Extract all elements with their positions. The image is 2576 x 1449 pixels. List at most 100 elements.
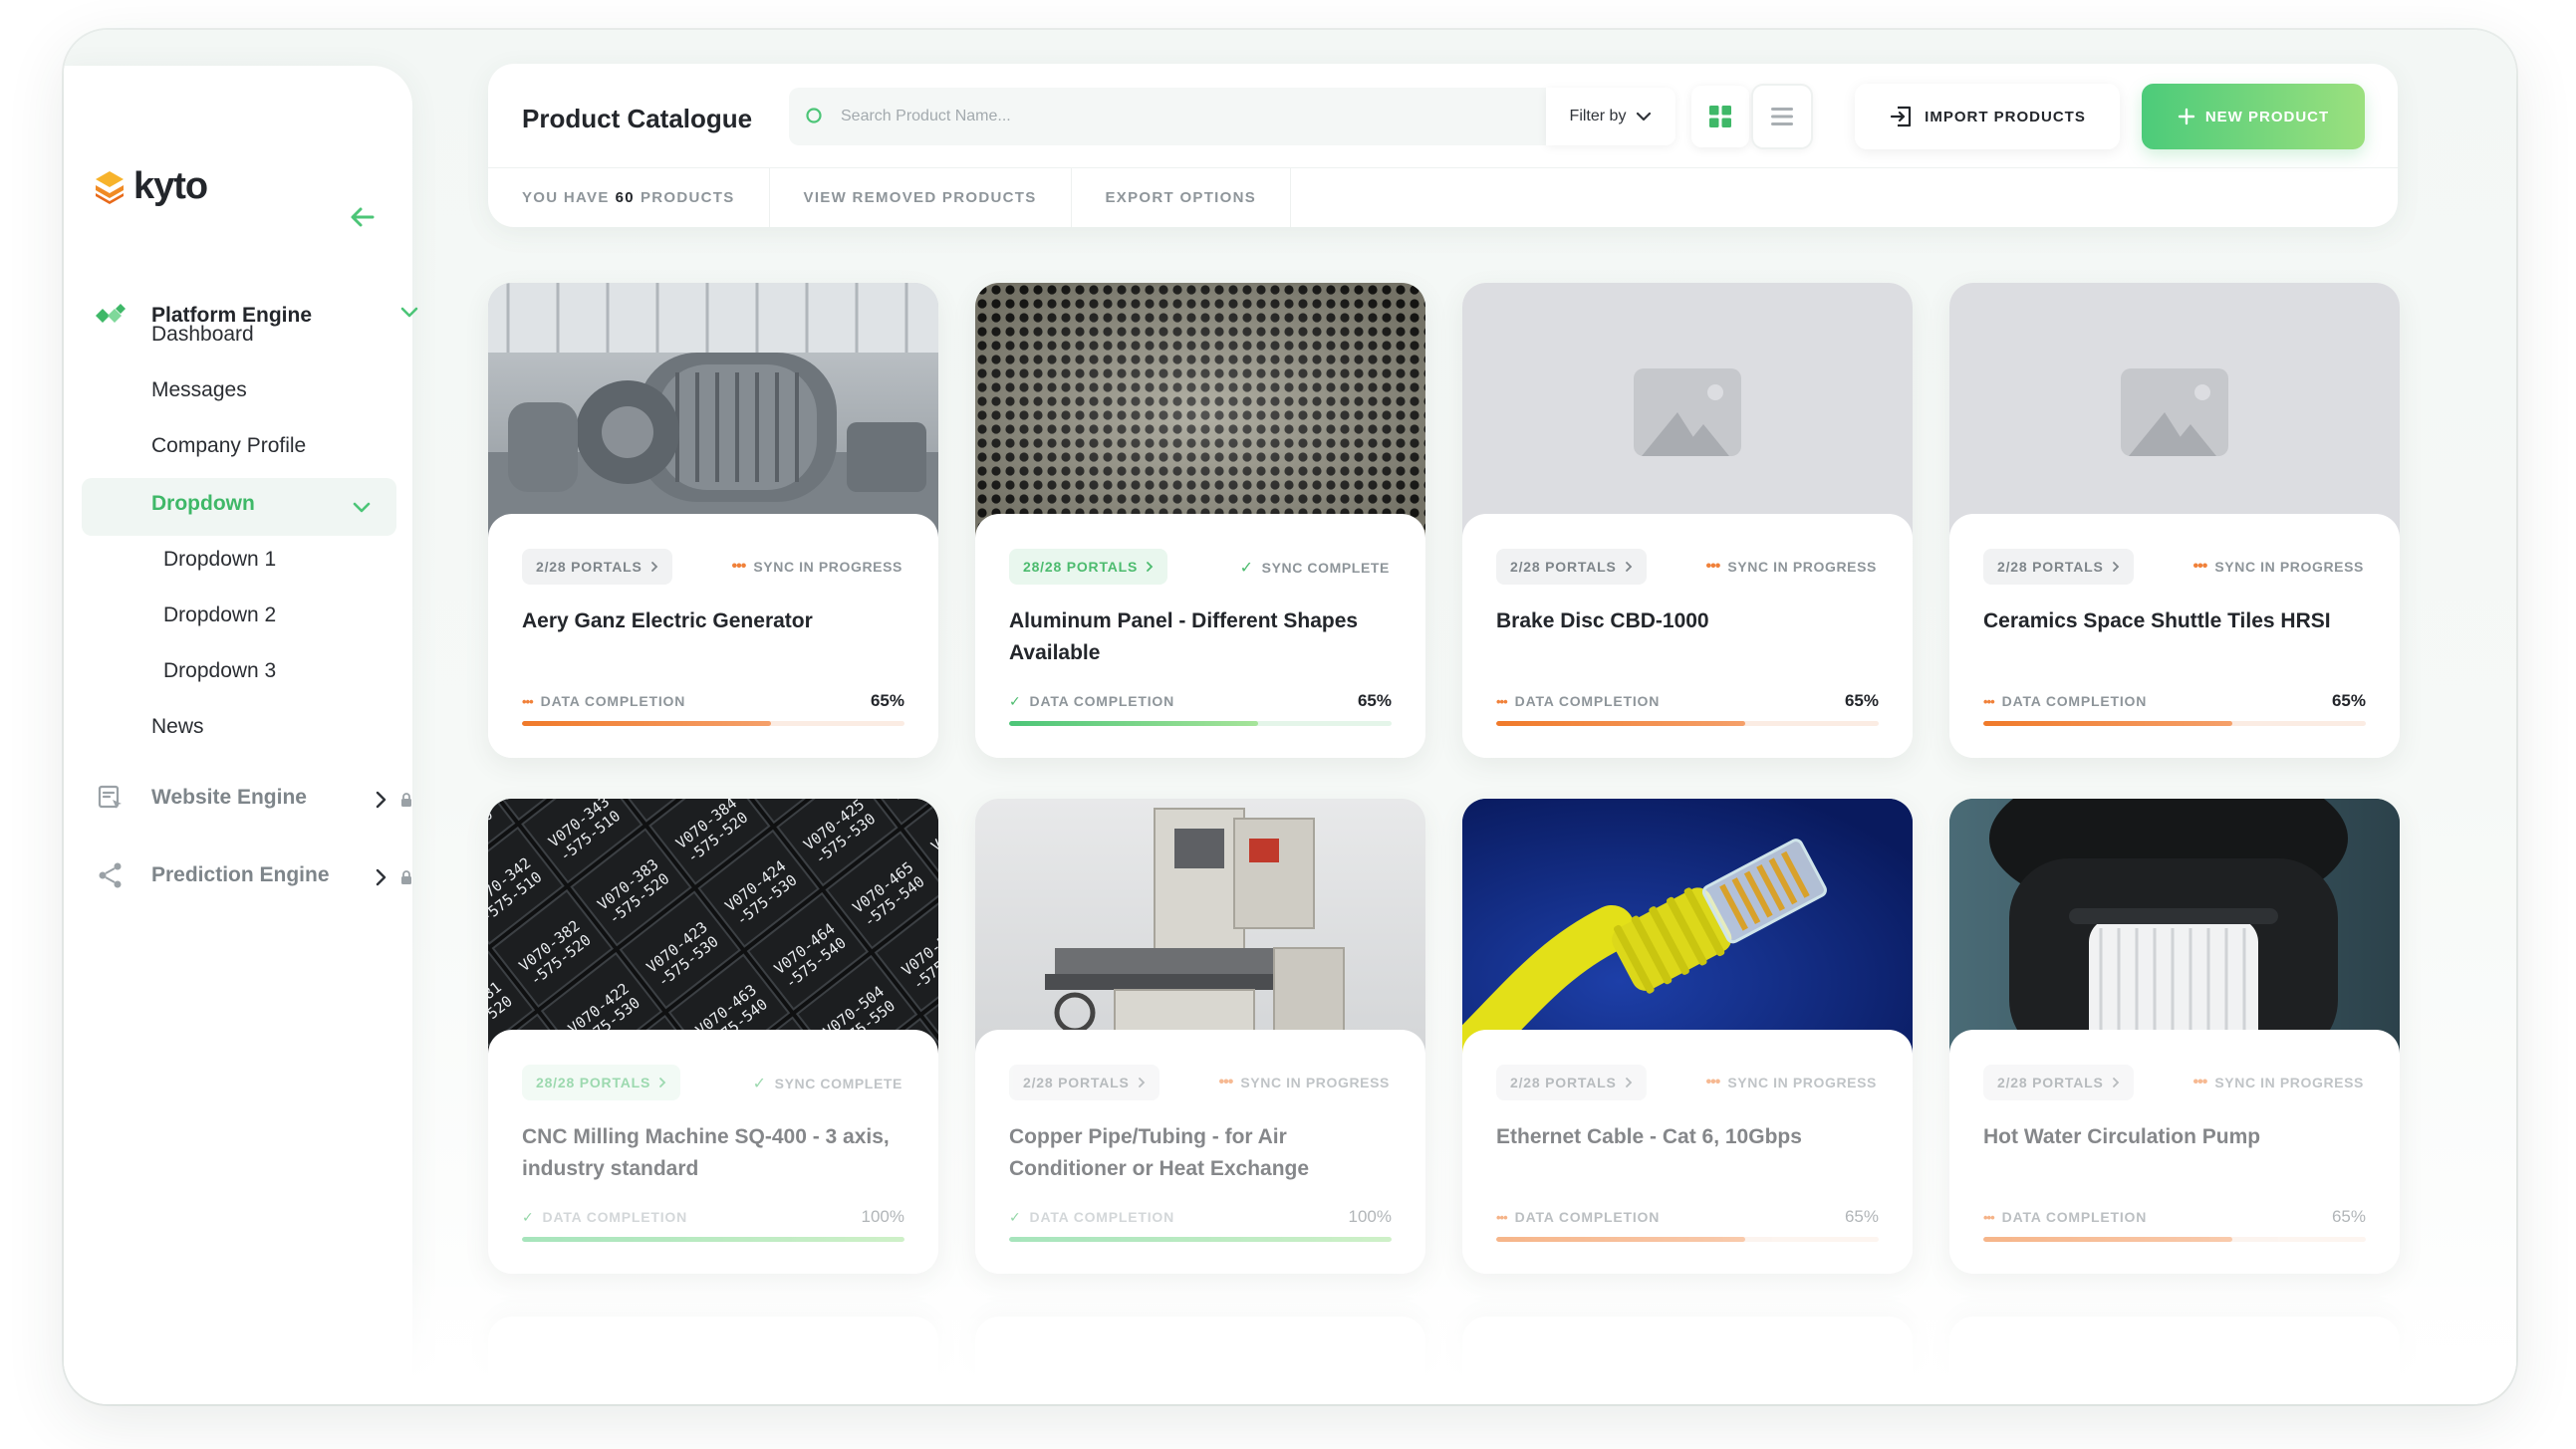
filter-dropdown[interactable]: Filter by: [1546, 88, 1675, 145]
chevron-right-icon: [2112, 1078, 2119, 1087]
data-completion-text: DATA COMPLETION: [540, 693, 686, 709]
nav-item-messages[interactable]: Messages: [151, 378, 247, 402]
product-image[interactable]: [975, 799, 1425, 1060]
nav-website-engine[interactable]: Website Engine: [94, 781, 411, 815]
chevron-right-icon: [2112, 562, 2119, 572]
product-card[interactable]: 28/28 PORTALS ✓ SYNC COMPLETE Aluminum P…: [975, 283, 1425, 758]
portals-badge[interactable]: 28/28 PORTALS: [522, 1065, 681, 1100]
list-view-button[interactable]: [1753, 86, 1811, 147]
portals-badge[interactable]: 2/28 PORTALS: [522, 549, 672, 585]
portals-badge[interactable]: 2/28 PORTALS: [1496, 549, 1647, 585]
data-completion-progress: [1009, 721, 1392, 726]
portals-count: 2/28 PORTALS: [536, 559, 643, 575]
product-card[interactable]: 2/28 PORTALS ••• SYNC IN PROGRESS Aery G…: [488, 283, 938, 758]
product-card[interactable]: 2/28 PORTALS ••• SYNC IN PROGRESS Copper…: [975, 799, 1425, 1274]
product-image[interactable]: [1949, 799, 2400, 1060]
sync-status: ••• SYNC IN PROGRESS: [1706, 558, 1877, 576]
data-completion-label: ✓ DATA COMPLETION: [1009, 693, 1174, 710]
grid-view-button[interactable]: [1691, 86, 1749, 147]
data-completion-progress: [522, 721, 904, 726]
app-window: kyto Platform Engine Dashboard Messages: [64, 30, 2516, 1404]
product-title[interactable]: Brake Disc CBD-1000: [1496, 605, 1885, 637]
sync-status-label: SYNC IN PROGRESS: [1727, 559, 1877, 575]
sync-status: ••• SYNC IN PROGRESS: [1219, 1074, 1390, 1091]
import-products-button[interactable]: IMPORT PRODUCTS: [1855, 84, 2120, 149]
product-title[interactable]: Copper Pipe/Tubing - for Air Conditioner…: [1009, 1121, 1398, 1185]
product-card[interactable]: 2/28 PORTALS ••• SYNC IN PROGRESS Cerami…: [1949, 283, 2400, 758]
tab-export-options[interactable]: EXPORT OPTIONS: [1072, 167, 1292, 227]
product-image[interactable]: V070-300-575-500V070-301-575-500V070-302…: [488, 799, 938, 1060]
product-card[interactable]: 2/28 PORTALS ••• SYNC IN PROGRESS Hot Wa…: [1949, 799, 2400, 1274]
nav-subitem-dropdown-3[interactable]: Dropdown 3: [163, 659, 276, 683]
product-title[interactable]: Aluminum Panel - Different Shapes Availa…: [1009, 605, 1398, 669]
data-completion-text: DATA COMPLETION: [1029, 1209, 1175, 1225]
product-image[interactable]: [488, 283, 938, 544]
data-completion-label: ••• DATA COMPLETION: [522, 693, 685, 709]
portals-badge[interactable]: 2/28 PORTALS: [1983, 549, 2134, 585]
chevron-down-icon: [400, 307, 418, 318]
progress-dots-icon: •••: [1218, 1074, 1234, 1090]
product-image[interactable]: [1462, 799, 1913, 1060]
plus-icon: [2178, 108, 2195, 125]
product-card[interactable]: V070-300-575-500V070-301-575-500V070-302…: [488, 799, 938, 1274]
product-title[interactable]: Ethernet Cable - Cat 6, 10Gbps: [1496, 1121, 1885, 1153]
chevron-right-icon: [1147, 562, 1154, 572]
brand-logo[interactable]: kyto: [94, 165, 208, 208]
tab-view-removed-products[interactable]: VIEW REMOVED PRODUCTS: [770, 167, 1072, 227]
portals-count: 2/28 PORTALS: [1997, 559, 2104, 575]
product-image[interactable]: [1462, 283, 1913, 544]
grid-icon: [1709, 106, 1731, 127]
chevron-right-icon: [376, 868, 386, 886]
progress-dots-icon: •••: [1983, 693, 1995, 709]
data-completion-label: ••• DATA COMPLETION: [1496, 693, 1660, 709]
nav-subitem-dropdown-2[interactable]: Dropdown 2: [163, 604, 276, 627]
data-completion-progress-fill: [1496, 1237, 1745, 1242]
data-completion-row: ••• DATA COMPLETION 65%: [1983, 691, 2366, 711]
product-title[interactable]: Aery Ganz Electric Generator: [522, 605, 910, 637]
search-input[interactable]: [841, 108, 1438, 125]
nav-prediction-engine[interactable]: Prediction Engine: [94, 858, 411, 892]
sync-status: ✓ SYNC COMPLETE: [753, 1074, 902, 1093]
product-card-partial: [1949, 1317, 2400, 1404]
product-title[interactable]: CNC Milling Machine SQ-400 - 3 axis, ind…: [522, 1121, 910, 1185]
portals-count: 28/28 PORTALS: [1023, 559, 1139, 575]
data-completion-text: DATA COMPLETION: [2001, 1209, 2148, 1225]
sync-status-label: SYNC IN PROGRESS: [753, 559, 902, 575]
collapse-sidebar-button[interactable]: [347, 201, 379, 233]
checkmark-icon: ✓: [752, 1076, 767, 1092]
nav-subitem-dropdown-1[interactable]: Dropdown 1: [163, 548, 276, 572]
sync-status: ✓ SYNC COMPLETE: [1240, 558, 1390, 578]
nav-item-company-profile[interactable]: Company Profile: [151, 434, 306, 458]
product-title[interactable]: Ceramics Space Shuttle Tiles HRSI: [1983, 605, 2372, 637]
data-completion-percent: 65%: [1357, 691, 1392, 710]
portals-badge[interactable]: 2/28 PORTALS: [1983, 1065, 2134, 1100]
portals-badge[interactable]: 2/28 PORTALS: [1496, 1065, 1647, 1100]
data-completion-label: ••• DATA COMPLETION: [1983, 1209, 2147, 1225]
data-completion-progress-fill: [1496, 721, 1745, 726]
product-image[interactable]: [1949, 283, 2400, 544]
lock-icon: [401, 870, 411, 884]
data-completion-progress-fill: [1009, 721, 1258, 726]
nav-item-dashboard[interactable]: Dashboard: [151, 323, 254, 347]
product-title[interactable]: Hot Water Circulation Pump: [1983, 1121, 2372, 1153]
data-completion-row: ••• DATA COMPLETION 65%: [1496, 1207, 1879, 1227]
data-completion-progress: [1496, 721, 1879, 726]
nav-item-dropdown[interactable]: Dropdown: [151, 492, 255, 516]
data-completion-progress: [1009, 1237, 1392, 1242]
product-image[interactable]: [975, 283, 1425, 544]
data-completion-label: ✓ DATA COMPLETION: [522, 1209, 687, 1226]
product-card[interactable]: 2/28 PORTALS ••• SYNC IN PROGRESS Ethern…: [1462, 799, 1913, 1274]
tab-product-count[interactable]: YOU HAVE 60 PRODUCTS: [488, 167, 770, 227]
product-card[interactable]: 2/28 PORTALS ••• SYNC IN PROGRESS Brake …: [1462, 283, 1913, 758]
share-nodes-icon: [94, 858, 128, 892]
data-completion-progress-fill: [1983, 1237, 2232, 1242]
data-completion-percent: 65%: [1844, 1207, 1879, 1226]
portals-badge[interactable]: 2/28 PORTALS: [1009, 1065, 1159, 1100]
chevron-right-icon: [1625, 562, 1632, 572]
portals-count: 2/28 PORTALS: [1510, 1075, 1617, 1090]
portals-badge[interactable]: 28/28 PORTALS: [1009, 549, 1168, 585]
sync-status-label: SYNC IN PROGRESS: [1727, 1075, 1877, 1090]
search-bar[interactable]: [789, 88, 1546, 145]
new-product-button[interactable]: NEW PRODUCT: [2142, 84, 2365, 149]
nav-item-news[interactable]: News: [151, 715, 204, 739]
